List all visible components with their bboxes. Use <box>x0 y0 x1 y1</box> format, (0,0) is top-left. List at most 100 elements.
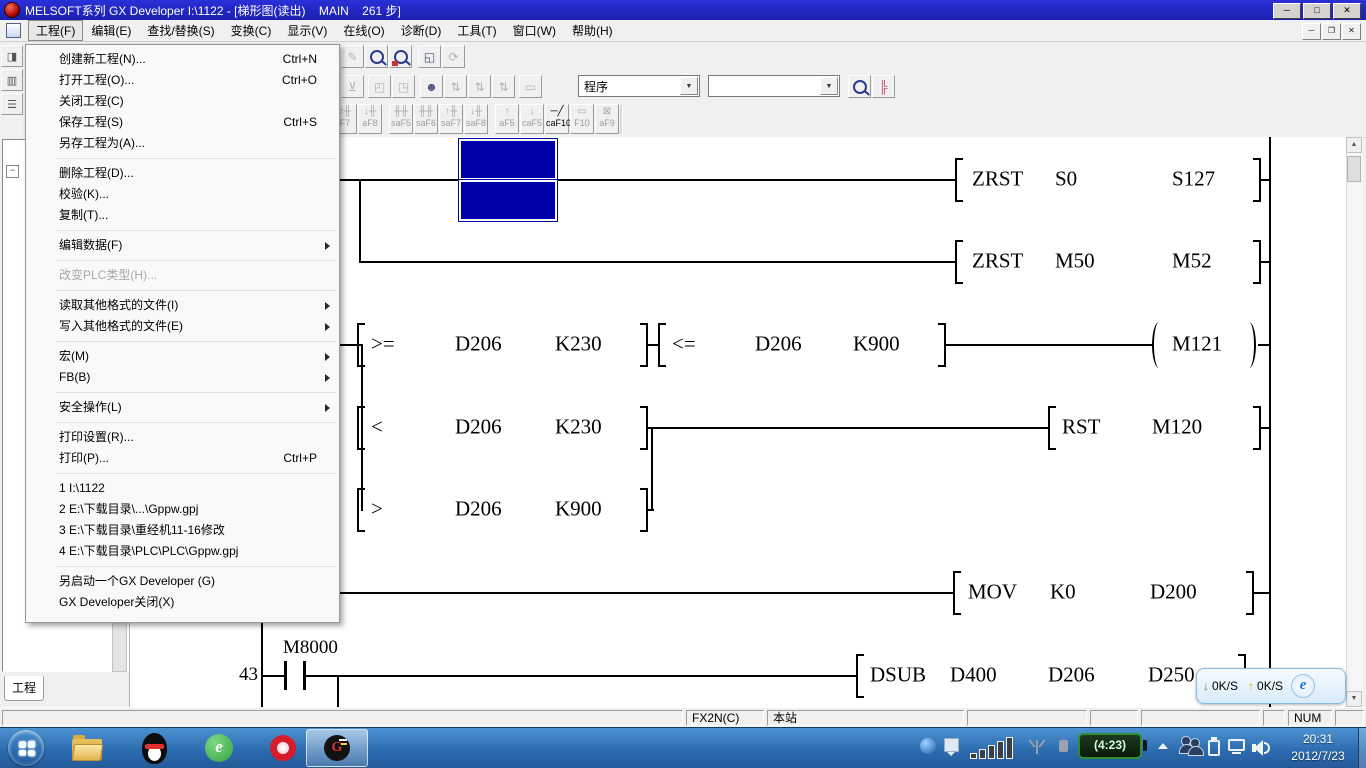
ladder-symbol-button-saF8[interactable]: ↓╫saF8 <box>464 104 488 134</box>
program-type-combobox[interactable]: 程序 ▼ <box>578 75 700 97</box>
find-doc-button[interactable] <box>848 75 871 98</box>
taskbar-explorer-icon[interactable] <box>72 733 104 763</box>
menubar-item[interactable]: 变换(C) <box>223 20 280 41</box>
menubar-item[interactable]: 编辑(E) <box>83 20 139 41</box>
tray-show-hidden-icons[interactable] <box>1158 743 1168 749</box>
step-in-button[interactable]: ⇅ <box>468 75 491 98</box>
minimize-button[interactable]: ─ <box>1273 3 1301 19</box>
tray-signal-bars-icon[interactable] <box>970 736 1013 759</box>
scroll-down-icon[interactable]: ▼ <box>1346 691 1362 707</box>
ladder-symbol-button-saF6[interactable]: ╫╫saF6 <box>414 104 438 134</box>
ladder-cursor-cell[interactable] <box>459 180 557 221</box>
ladder-symbol-button-aF9[interactable]: ⊠aF9 <box>595 104 619 134</box>
mdi-minimize-button[interactable]: ─ <box>1302 23 1321 40</box>
menu-item[interactable]: 打开工程(O)...Ctrl+O <box>26 70 339 91</box>
step-out-button[interactable]: ⇅ <box>492 75 515 98</box>
tray-language-icon[interactable] <box>944 738 960 758</box>
menu-item[interactable]: 1 I:\1122 <box>26 478 339 499</box>
menubar-item[interactable]: 工程(F) <box>28 20 83 41</box>
menu-item[interactable]: 删除工程(D)... <box>26 163 339 184</box>
mdi-restore-button[interactable]: ❐ <box>1322 23 1341 40</box>
maximize-button[interactable]: □ <box>1303 3 1331 19</box>
menu-item[interactable]: 写入其他格式的文件(E) <box>26 316 339 337</box>
ladder-symbol-button-saF5[interactable]: ╫╫saF5 <box>389 104 413 134</box>
menu-item[interactable]: 校验(K)... <box>26 184 339 205</box>
taskbar-360browser-icon[interactable]: e <box>205 734 233 762</box>
close-button[interactable]: ✕ <box>1333 3 1361 19</box>
taskbar-gx-developer-button[interactable]: G <box>306 729 368 767</box>
browser-icon[interactable]: e <box>1291 674 1315 698</box>
block-combobox[interactable]: ▼ <box>708 75 840 97</box>
tray-battery-icon[interactable] <box>1208 737 1221 757</box>
download-tool-button[interactable]: ⊻ <box>341 75 364 98</box>
ladder-cursor-cell[interactable] <box>459 139 557 180</box>
menu-item[interactable]: 打印(P)...Ctrl+P <box>26 448 339 469</box>
window-cascade-button[interactable]: ◰ <box>368 75 391 98</box>
chevron-down-icon[interactable]: ▼ <box>820 77 838 95</box>
menu-item[interactable]: FB(B) <box>26 367 339 388</box>
comment-display-button[interactable]: ▥ <box>1 69 23 91</box>
window-tile-button[interactable]: ◳ <box>392 75 415 98</box>
chevron-down-icon[interactable]: ▼ <box>680 77 698 95</box>
monitor-mode-button[interactable]: ☻ <box>420 75 443 98</box>
statement-display-button[interactable]: ☰ <box>1 93 23 115</box>
mdi-child-icon[interactable] <box>6 23 21 38</box>
ladder-symbol-button-F10[interactable]: ▭F10 <box>570 104 594 134</box>
window-split-button[interactable]: ◱ <box>418 45 441 68</box>
menubar-item[interactable]: 帮助(H) <box>564 20 621 41</box>
tray-users-icon[interactable] <box>1180 736 1206 758</box>
tray-app-icon[interactable] <box>920 738 936 754</box>
menu-item[interactable]: 编辑数据(F) <box>26 235 339 256</box>
menu-item[interactable]: 3 E:\下载目录\重经机11-16修改 <box>26 520 339 541</box>
ladder-symbol-button-saF7[interactable]: ↑╫saF7 <box>439 104 463 134</box>
ladder-symbol-button-caF5[interactable]: ↓caF5 <box>520 104 544 134</box>
ladder-symbol-button-aF8[interactable]: ↓╫aF8 <box>358 104 382 134</box>
tray-usb-icon[interactable] <box>1056 733 1072 759</box>
refresh-button[interactable]: ⟳ <box>442 45 465 68</box>
menubar-item[interactable]: 工具(T) <box>449 20 504 41</box>
project-data-list-button[interactable]: ◨ <box>1 45 23 67</box>
network-speed-widget[interactable]: ↓ 0K/S ↑ 0K/S e <box>1196 668 1346 704</box>
step-run-button[interactable]: ⇅ <box>444 75 467 98</box>
menu-item[interactable]: 4 E:\下载目录\PLC\PLC\Gppw.gpj <box>26 541 339 562</box>
taskbar-clock[interactable]: 20:31 2012/7/23 <box>1282 731 1354 765</box>
menubar-item[interactable]: 窗口(W) <box>505 20 564 41</box>
tray-wireless-icon[interactable] <box>1028 736 1046 756</box>
menubar-item[interactable]: 查找/替换(S) <box>139 20 222 41</box>
menu-item[interactable]: 2 E:\下载目录\...\Gppw.gpj <box>26 499 339 520</box>
mdi-close-button[interactable]: ✕ <box>1342 23 1361 40</box>
find-device-button[interactable] <box>365 45 388 68</box>
start-button[interactable] <box>8 730 44 766</box>
ladder-symbol-button-aF5[interactable]: ↑aF5 <box>495 104 519 134</box>
scrollbar-thumb[interactable] <box>1347 156 1361 182</box>
ladder-symbol-button-caF10[interactable]: ─╱caF10 <box>545 104 569 134</box>
menu-item[interactable]: 安全操作(L) <box>26 397 339 418</box>
tab-project[interactable]: 工程 <box>4 676 44 701</box>
menu-item[interactable]: 另启动一个GX Developer (G) <box>26 571 339 592</box>
panel-scrollbar[interactable] <box>112 620 127 672</box>
device-test-button[interactable]: ▭ <box>519 75 542 98</box>
menu-item[interactable]: 保存工程(S)Ctrl+S <box>26 112 339 133</box>
taskbar-qq-icon[interactable] <box>140 733 168 765</box>
menubar-item[interactable]: 在线(O) <box>335 20 392 41</box>
find-replace-button[interactable] <box>389 45 412 68</box>
menu-item[interactable]: 宏(M) <box>26 346 339 367</box>
show-desktop-button[interactable] <box>1358 728 1366 768</box>
menu-item[interactable]: 另存工程为(A)... <box>26 133 339 154</box>
taskbar-opera-icon[interactable] <box>270 735 296 761</box>
menubar-item[interactable]: 显示(V) <box>279 20 335 41</box>
tray-network-icon[interactable] <box>1228 738 1246 756</box>
project-tree-toggle-button[interactable]: ╠ <box>872 75 895 98</box>
menu-item[interactable]: 创建新工程(N)...Ctrl+N <box>26 49 339 70</box>
menu-item[interactable]: 关闭工程(C) <box>26 91 339 112</box>
tree-expander-icon[interactable]: − <box>6 165 19 178</box>
tray-battery-timer[interactable]: (4:23) <box>1078 733 1142 759</box>
menu-item[interactable]: 复制(T)... <box>26 205 339 226</box>
scroll-up-icon[interactable]: ▲ <box>1346 137 1362 153</box>
ladder-scrollbar[interactable] <box>1346 137 1363 707</box>
tray-volume-icon[interactable] <box>1252 739 1272 757</box>
menu-item[interactable]: 打印设置(R)... <box>26 427 339 448</box>
menu-item[interactable]: GX Developer关闭(X) <box>26 592 339 613</box>
menubar-item[interactable]: 诊断(D) <box>393 20 450 41</box>
menu-item[interactable]: 读取其他格式的文件(I) <box>26 295 339 316</box>
